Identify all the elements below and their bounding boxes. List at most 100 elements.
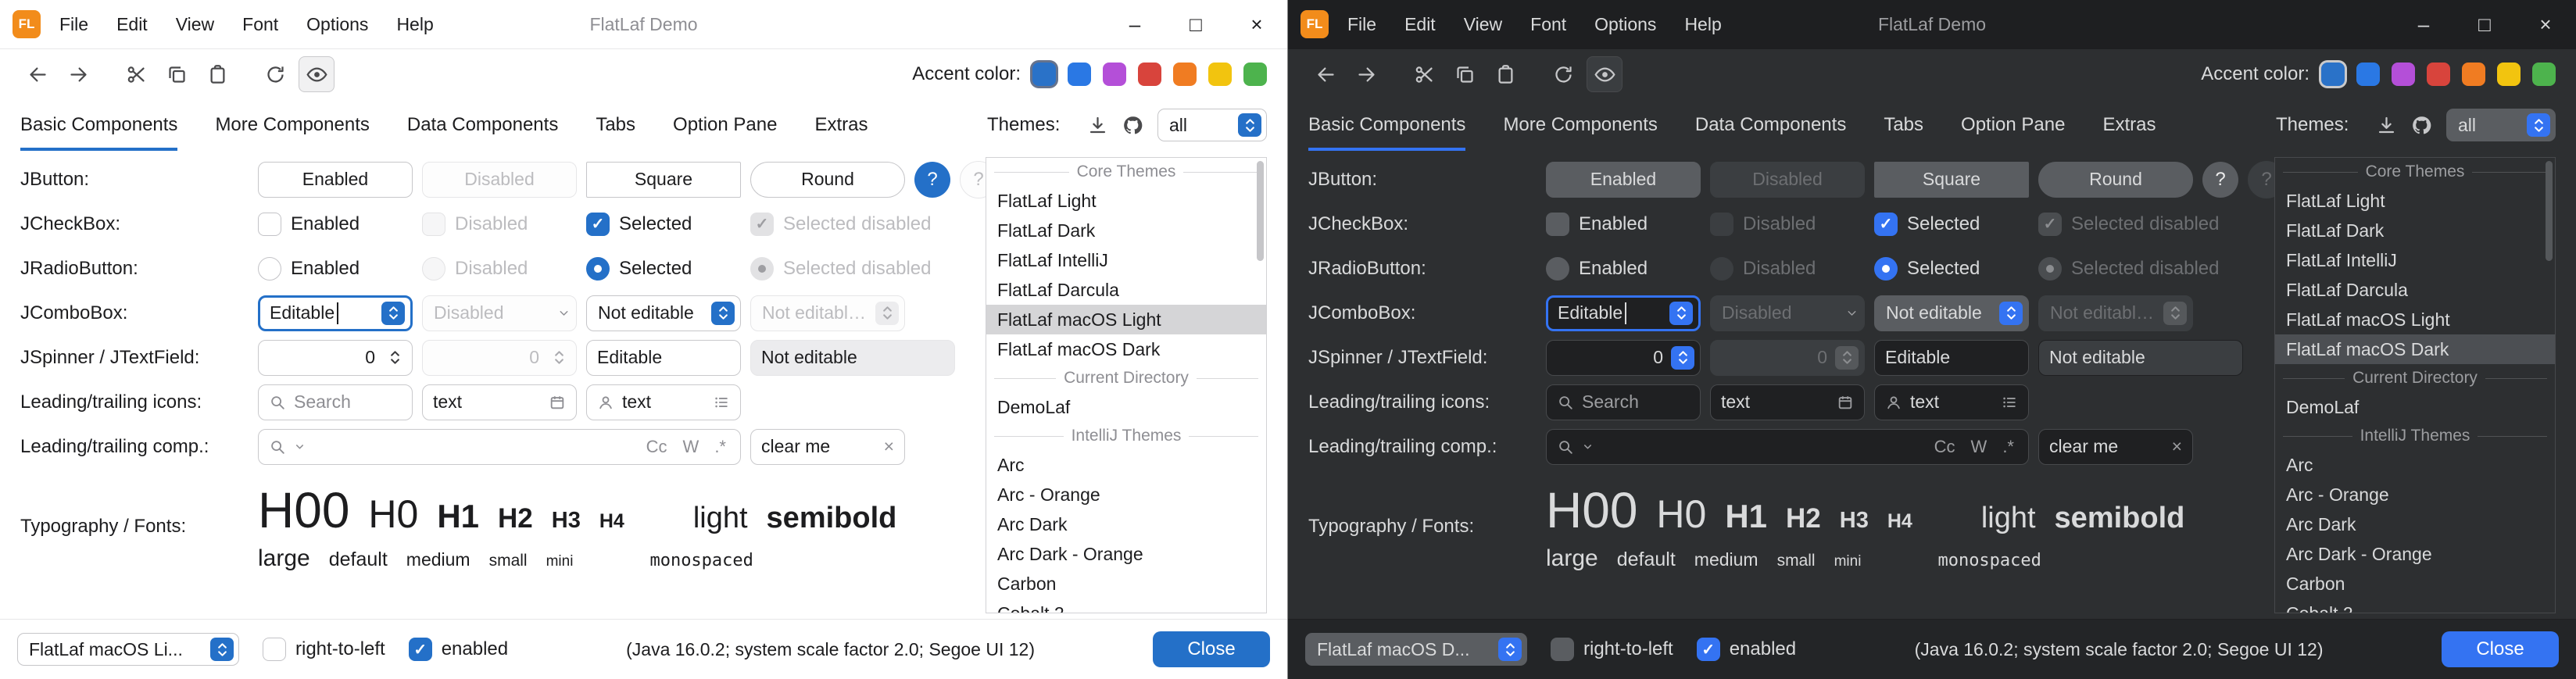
theme-filter-combobox[interactable]: all (2446, 109, 2556, 141)
menu-help[interactable]: Help (1684, 14, 1721, 35)
regex-button[interactable]: .* (1998, 437, 2018, 457)
accent-swatch-green[interactable] (2532, 63, 2556, 86)
back-button[interactable] (1308, 57, 1343, 91)
download-icon[interactable] (1087, 115, 1108, 136)
laf-combobox[interactable]: FlatLaf macOS D... (1305, 633, 1527, 666)
theme-list-item[interactable]: Cobalt 2 (986, 599, 1266, 613)
list-icon[interactable] (2001, 394, 2018, 411)
checkbox-enabled[interactable]: Enabled (258, 213, 413, 236)
refresh-button[interactable] (1546, 57, 1580, 91)
theme-list-item[interactable]: Arc (986, 450, 1266, 480)
theme-list-item[interactable]: DemoLaf (2275, 392, 2555, 422)
tab-option-pane[interactable]: Option Pane (1961, 99, 2065, 151)
help-button[interactable]: ? (2202, 162, 2238, 198)
checkbox-enabled[interactable]: Enabled (1546, 213, 1701, 236)
calendar-icon[interactable] (1837, 394, 1854, 411)
show-hidden-toggle-button[interactable] (1587, 56, 1623, 92)
tab-extras[interactable]: Extras (2102, 99, 2156, 151)
search-field[interactable]: Search (1546, 384, 1701, 420)
menu-font[interactable]: Font (242, 14, 278, 35)
tab-option-pane[interactable]: Option Pane (673, 99, 777, 151)
spinner-updown-icon[interactable] (1671, 346, 1694, 370)
menu-options[interactable]: Options (1594, 14, 1656, 35)
menu-help[interactable]: Help (396, 14, 433, 35)
theme-list-item[interactable]: FlatLaf macOS Dark (2275, 334, 2555, 364)
calendar-icon[interactable] (549, 394, 566, 411)
clear-icon[interactable]: × (884, 436, 894, 457)
theme-list-item[interactable]: Arc Dark - Orange (2275, 539, 2555, 569)
regex-button[interactable]: .* (710, 437, 730, 457)
accent-swatch-blue-2[interactable] (2356, 63, 2380, 86)
combobox-updown-icon[interactable] (1498, 638, 1522, 661)
user-field[interactable]: text (1874, 384, 2029, 420)
editable-combobox[interactable]: Editable (258, 295, 413, 331)
theme-list-item[interactable]: FlatLaf macOS Light (986, 305, 1266, 334)
theme-list-item[interactable]: FlatLaf Dark (986, 216, 1266, 245)
back-button[interactable] (20, 57, 55, 91)
accent-swatch-blue-2[interactable] (1068, 63, 1091, 86)
clearable-field[interactable]: clear me × (750, 429, 905, 465)
theme-list-item[interactable]: Arc - Orange (2275, 480, 2555, 509)
accent-swatch-orange[interactable] (2462, 63, 2485, 86)
forward-button[interactable] (61, 57, 95, 91)
tab-basic-components[interactable]: Basic Components (20, 99, 177, 151)
menu-font[interactable]: Font (1530, 14, 1566, 35)
maximize-button[interactable]: □ (2454, 0, 2515, 48)
theme-list-item[interactable]: Arc Dark (986, 509, 1266, 539)
tab-basic-components[interactable]: Basic Components (1308, 99, 1465, 151)
theme-list-item[interactable]: FlatLaf IntelliJ (986, 245, 1266, 275)
match-case-button[interactable]: Cc (642, 437, 671, 457)
theme-list-item[interactable]: FlatLaf Darcula (986, 275, 1266, 305)
radio-enabled[interactable]: Enabled (258, 257, 413, 281)
menu-edit[interactable]: Edit (1404, 14, 1436, 35)
copy-button[interactable] (1447, 57, 1482, 91)
copy-button[interactable] (159, 57, 194, 91)
theme-list-item[interactable]: FlatLaf macOS Light (2275, 305, 2555, 334)
forward-button[interactable] (1349, 57, 1383, 91)
maximize-button[interactable]: □ (1165, 0, 1226, 48)
round-button[interactable]: Round (2038, 162, 2193, 198)
menu-edit[interactable]: Edit (116, 14, 148, 35)
theme-list-item[interactable]: Carbon (986, 569, 1266, 599)
theme-list-item[interactable]: DemoLaf (986, 392, 1266, 422)
combobox-updown-icon[interactable] (210, 638, 234, 661)
theme-list-item[interactable]: FlatLaf IntelliJ (2275, 245, 2555, 275)
editable-textfield[interactable]: Editable (586, 340, 741, 376)
checkbox-selected[interactable]: ✓Selected (1874, 213, 2029, 236)
right-to-left-checkbox[interactable]: right-to-left (1551, 638, 1673, 661)
not-editable-combobox[interactable]: Not editable (586, 295, 741, 331)
theme-list-item[interactable]: FlatLaf Light (2275, 186, 2555, 216)
right-to-left-checkbox[interactable]: right-to-left (263, 638, 385, 661)
show-hidden-toggle-button[interactable] (299, 56, 335, 92)
list-icon[interactable] (713, 394, 730, 411)
scrollbar[interactable] (1257, 161, 1264, 261)
menu-view[interactable]: View (1464, 14, 1502, 35)
enabled-button[interactable]: Enabled (1546, 162, 1701, 198)
menu-file[interactable]: File (1347, 14, 1376, 35)
radio-enabled[interactable]: Enabled (1546, 257, 1701, 281)
accent-swatch-orange[interactable] (1173, 63, 1197, 86)
user-field[interactable]: text (586, 384, 741, 420)
close-button[interactable]: Close (2442, 631, 2559, 667)
theme-list-item[interactable]: FlatLaf Dark (2275, 216, 2555, 245)
tab-data-components[interactable]: Data Components (407, 99, 558, 151)
combobox-updown-icon[interactable] (711, 302, 735, 325)
combobox-updown-icon[interactable] (381, 302, 405, 325)
accent-swatch-purple[interactable] (2392, 63, 2415, 86)
accent-swatch-yellow[interactable] (1208, 63, 1232, 86)
accent-swatch-red[interactable] (1138, 63, 1161, 86)
chevron-down-icon[interactable] (294, 441, 306, 452)
help-button[interactable]: ? (914, 162, 950, 198)
scrollbar[interactable] (2546, 161, 2553, 261)
theme-filter-combobox[interactable]: all (1157, 109, 1267, 141)
editable-textfield[interactable]: Editable (1874, 340, 2029, 376)
search-with-options-field[interactable]: Cc W .* (1546, 429, 2029, 465)
theme-list-item[interactable]: FlatLaf macOS Dark (986, 334, 1266, 364)
tab-extras[interactable]: Extras (814, 99, 868, 151)
theme-list-item[interactable]: Arc - Orange (986, 480, 1266, 509)
checkbox-selected[interactable]: ✓Selected (586, 213, 741, 236)
window-close-button[interactable]: × (2515, 0, 2576, 48)
chevron-down-icon[interactable] (1582, 441, 1594, 452)
download-icon[interactable] (2376, 115, 2397, 136)
theme-list-item[interactable]: Arc (2275, 450, 2555, 480)
